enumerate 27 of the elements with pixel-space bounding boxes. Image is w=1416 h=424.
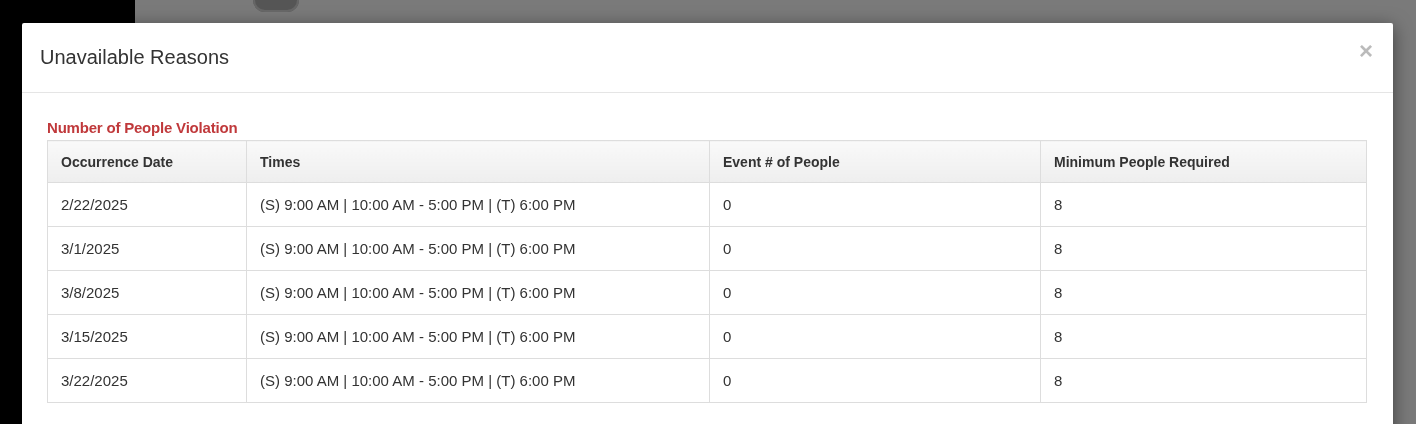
- table-cell: (S) 9:00 AM | 10:00 AM - 5:00 PM | (T) 6:00 PM: [246, 358, 710, 403]
- column-header: Event # of People: [709, 140, 1041, 183]
- table-cell: 8: [1040, 358, 1367, 403]
- table-cell: 8: [1040, 314, 1367, 359]
- column-header: Occurrence Date: [47, 140, 247, 183]
- table-cell: 3/15/2025: [47, 314, 247, 359]
- table-cell: 3/1/2025: [47, 226, 247, 271]
- close-button[interactable]: ×: [1359, 39, 1373, 63]
- table-cell: 8: [1040, 270, 1367, 315]
- table-cell: 2/22/2025: [47, 182, 247, 227]
- column-header: Times: [246, 140, 710, 183]
- table-cell: 0: [709, 226, 1041, 271]
- dialog-title: Unavailable Reasons: [40, 46, 229, 69]
- table-cell: (S) 9:00 AM | 10:00 AM - 5:00 PM | (T) 6:00 PM: [246, 226, 710, 271]
- table-cell: (S) 9:00 AM | 10:00 AM - 5:00 PM | (T) 6:00 PM: [246, 314, 710, 359]
- table-cell: 0: [709, 314, 1041, 359]
- table-cell: 3/8/2025: [47, 270, 247, 315]
- table-cell: 0: [709, 182, 1041, 227]
- table-cell: 8: [1040, 226, 1367, 271]
- table-cell: (S) 9:00 AM | 10:00 AM - 5:00 PM | (T) 6:00 PM: [246, 182, 710, 227]
- table-cell: 8: [1040, 182, 1367, 227]
- table-cell: 0: [709, 270, 1041, 315]
- table-cell: (S) 9:00 AM | 10:00 AM - 5:00 PM | (T) 6:00 PM: [246, 270, 710, 315]
- column-header: Minimum People Required: [1040, 140, 1367, 183]
- section-title: Number of People Violation: [47, 119, 239, 136]
- table-cell: 0: [709, 358, 1041, 403]
- table-cell: 3/22/2025: [47, 358, 247, 403]
